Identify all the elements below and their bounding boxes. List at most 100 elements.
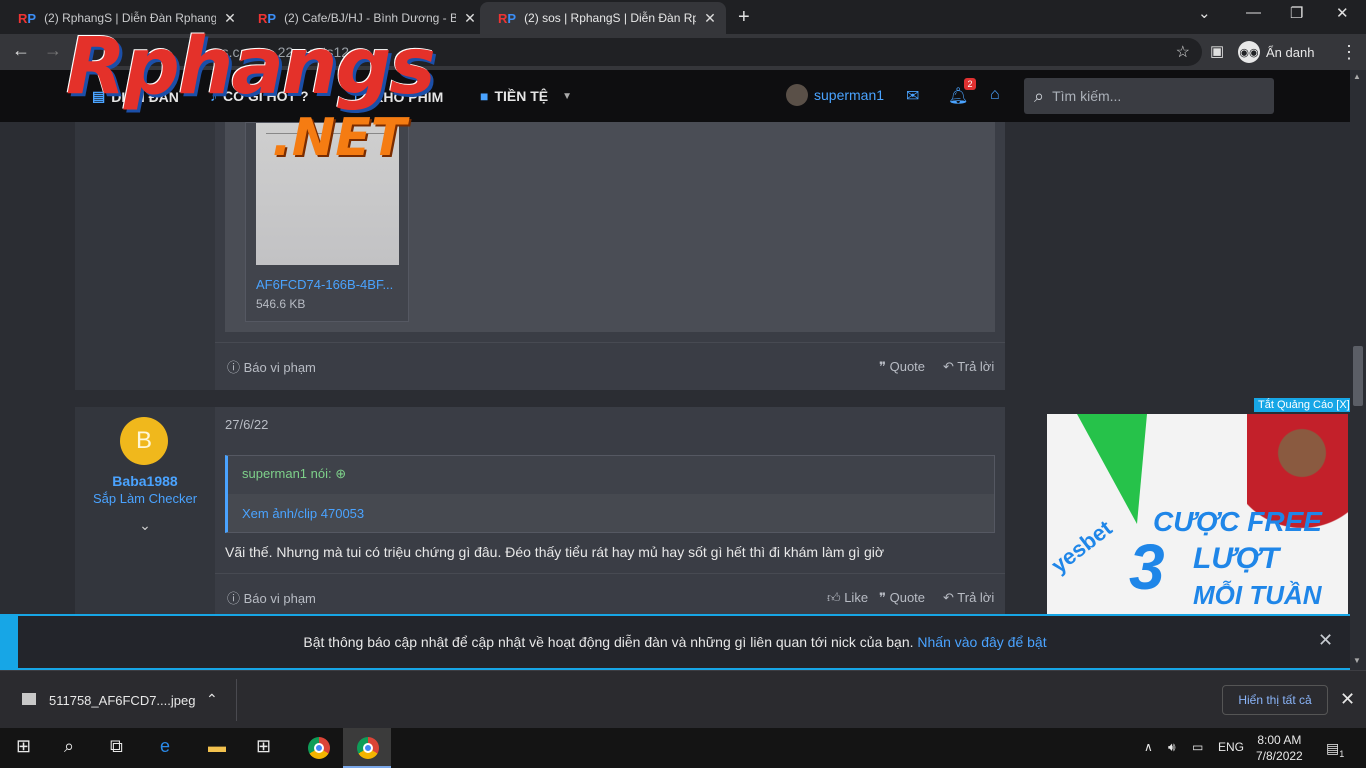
download-filename[interactable]: 511758_AF6FCD7....jpeg (49, 693, 195, 708)
quote-button[interactable]: ❞ Quote (879, 590, 925, 606)
scroll-down-icon[interactable]: ▼ (1353, 656, 1361, 665)
post-footer: ⓘ Báo vi phạm ❞ Quote ↶ Trả lời (215, 342, 1005, 390)
post-date[interactable]: 27/6/22 (225, 417, 268, 432)
banner-message: Bật thông báo cập nhật để cập nhật về ho… (303, 634, 914, 650)
close-icon[interactable]: ✕ (1340, 689, 1355, 710)
banner-text: Bật thông báo cập nhật để cập nhật về ho… (0, 634, 1350, 650)
quote-author[interactable]: superman1 nói: ⊕ (242, 466, 346, 482)
reply-button[interactable]: ↶ Trả lời (943, 359, 994, 375)
network-icon[interactable]: ▭ (1192, 740, 1203, 754)
enable-notifications-link[interactable]: Nhấn vào đây để bật (917, 634, 1046, 650)
minimize-icon[interactable]: — (1246, 4, 1261, 21)
user-avatar[interactable]: B (120, 417, 168, 465)
task-view-icon[interactable]: ⧉ (110, 736, 123, 757)
ad-line3: MỖI TUẦN (1193, 580, 1322, 610)
quote-button[interactable]: ❞ Quote (879, 359, 925, 375)
scrollbar-thumb[interactable] (1353, 346, 1363, 406)
report-label: Báo vi phạm (243, 360, 316, 375)
incognito-icon: ◉◉ (1238, 41, 1260, 63)
expand-chevron-icon[interactable]: ⌄ (75, 517, 215, 534)
ad-banner[interactable]: yesbet CƯỢC FREE 3 LƯỢT MỖI TUẦN (1047, 414, 1348, 614)
reply-icon: ↶ (943, 359, 958, 374)
search-icon[interactable]: ⌕ (64, 736, 74, 757)
close-window-icon[interactable]: ✕ (1336, 4, 1349, 22)
store-icon[interactable]: ⊞ (256, 736, 271, 757)
rp-favicon-icon: RP (498, 10, 517, 26)
scroll-up-icon[interactable]: ▲ (1353, 72, 1361, 81)
jump-up-icon[interactable]: ⊕ (335, 466, 346, 481)
info-icon: ⓘ (227, 591, 244, 606)
show-all-button[interactable]: Hiển thị tất cả (1222, 685, 1328, 715)
tab-title: (2) sos | RphangS | Diễn Đàn Rph (524, 11, 697, 25)
quote-icon: ❞ (879, 590, 890, 605)
thumbs-up-icon: 👍︎ (827, 590, 845, 605)
ad-green-shape (1077, 414, 1147, 524)
image-file-icon (22, 693, 36, 705)
site-logo[interactable]: Rphangs .NET (66, 22, 486, 172)
nav-label: TIỀN TỆ (494, 88, 549, 104)
quote-icon: ❞ (879, 359, 890, 374)
maximize-icon[interactable]: ❐ (1290, 4, 1303, 22)
post-username[interactable]: Baba1988 (75, 473, 215, 489)
page-scrollbar[interactable]: ▲ ▼ (1350, 70, 1366, 670)
divider (236, 679, 237, 721)
new-tab-icon[interactable]: + (738, 6, 750, 29)
rp-favicon-icon: RP (18, 10, 37, 26)
tab-search-icon[interactable]: ⌄ (1198, 4, 1211, 22)
report-link[interactable]: ⓘ Báo vi phạm (227, 357, 316, 376)
search-input[interactable]: ⌕ Tìm kiếm... (1024, 78, 1274, 114)
download-bar: 511758_AF6FCD7....jpeg ⌃ Hiển thị tất cả… (0, 670, 1366, 728)
chrome-incognito-taskbar-app[interactable] (343, 728, 391, 768)
tray-chevron-icon[interactable]: ∧ (1144, 740, 1153, 754)
chrome-icon (308, 737, 330, 759)
quote-media-link[interactable]: Xem ảnh/clip 470053 (242, 506, 364, 521)
clock-time: 8:00 AM (1257, 733, 1302, 747)
attachment-filename[interactable]: AF6FCD74-166B-4BF... (256, 277, 393, 292)
ad-line1: CƯỢC FREE (1153, 506, 1322, 537)
info-icon: ⓘ (227, 360, 244, 375)
notification-count: 1 (1339, 748, 1345, 759)
bookmark-star-icon[interactable]: ☆ (1176, 42, 1190, 62)
file-explorer-icon[interactable]: ▬ (208, 736, 226, 757)
side-panel-icon[interactable]: ▣ (1210, 42, 1224, 60)
nav-currency[interactable]: ■ TIỀN TỆ ▼ (480, 88, 572, 104)
edge-icon[interactable]: e (160, 736, 170, 757)
ad-close-button[interactable]: Tắt Quảng Cáo [X] (1254, 398, 1354, 412)
shop-icon[interactable]: ⌂ (990, 86, 1000, 104)
clock[interactable]: 8:00 AM 7/8/2022 (1256, 732, 1303, 764)
report-link[interactable]: ⓘ Báo vi phạm (227, 588, 316, 607)
attachment-size: 546.6 KB (256, 297, 306, 311)
quote-block: superman1 nói: ⊕ Xem ảnh/clip 470053 (225, 455, 995, 533)
language-indicator[interactable]: ENG (1218, 740, 1244, 754)
windows-start-icon[interactable]: ⊞ (16, 736, 31, 757)
ad-brand: yesbet (1047, 515, 1117, 578)
logo-main-text: Rphangs (66, 22, 436, 112)
chrome-icon (357, 737, 379, 759)
user-menu[interactable]: superman1 (786, 84, 884, 106)
quote-label: Quote (889, 359, 926, 374)
chrome-taskbar-app[interactable] (294, 728, 342, 768)
inbox-icon[interactable]: ✉ (906, 86, 919, 106)
tab-3-active[interactable]: RP (2) sos | RphangS | Diễn Đàn Rph ✕ (480, 2, 726, 34)
like-label: Like (844, 590, 869, 605)
close-icon[interactable]: ✕ (1318, 630, 1333, 651)
volume-icon[interactable]: 🔊︎ (1168, 740, 1176, 755)
close-tab-icon[interactable]: ✕ (704, 10, 716, 27)
clock-date: 7/8/2022 (1256, 749, 1303, 763)
reply-icon: ↶ (943, 590, 958, 605)
report-label: Báo vi phạm (243, 591, 316, 606)
forward-icon[interactable]: → (44, 40, 62, 61)
dropdown-caret-icon[interactable]: ▼ (562, 91, 572, 102)
post-body: 27/6/22 superman1 nói: ⊕ Xem ảnh/clip 47… (215, 407, 1005, 614)
menu-icon[interactable]: ⋮ (1340, 42, 1358, 63)
incognito-indicator[interactable]: ◉◉ Ẩn danh (1238, 40, 1314, 64)
post-2: B Baba1988 Sắp Làm Checker ⌄ 27/6/22 sup… (75, 407, 1005, 614)
action-center-icon[interactable]: ▤1 (1326, 740, 1344, 759)
post-message: Vãi thế. Nhưng mà tui có triệu chứng gì … (225, 544, 885, 560)
ad-line2: LƯỢT (1193, 542, 1280, 575)
reply-button[interactable]: ↶ Trả lời (943, 590, 994, 606)
chevron-up-icon[interactable]: ⌃ (206, 691, 218, 708)
back-icon[interactable]: ← (12, 40, 30, 61)
like-button[interactable]: 👍︎ Like (827, 590, 868, 606)
reply-label: Trả lời (957, 590, 995, 605)
